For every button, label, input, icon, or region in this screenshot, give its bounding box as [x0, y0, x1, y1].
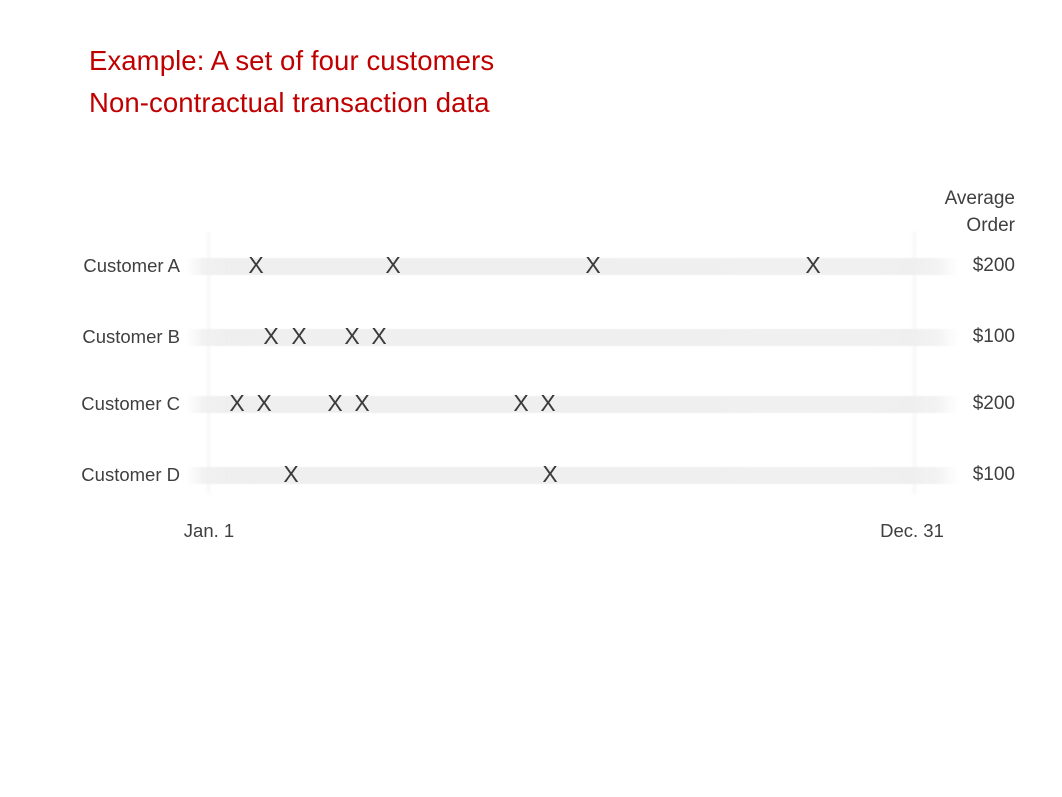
transaction-mark: X: [229, 390, 245, 416]
transaction-mark: X: [805, 252, 821, 278]
average-order-value: $100: [972, 464, 1015, 485]
customer-timeline-chart: Customer A XXXX $200 Customer B XXXX $10…: [0, 0, 1062, 560]
axis-label-start: Jan. 1: [183, 520, 235, 541]
slide-canvas: Example: A set of four customers Non-con…: [0, 0, 1062, 797]
transaction-mark: X: [542, 461, 558, 487]
transaction-mark: X: [344, 323, 360, 349]
transaction-mark: X: [263, 323, 279, 349]
transaction-mark: X: [385, 252, 401, 278]
table-row: Customer B XXXX $100: [0, 320, 1062, 354]
transaction-mark: X: [256, 390, 272, 416]
transaction-mark: X: [291, 323, 307, 349]
transaction-marks: XXXX: [0, 249, 1062, 283]
transaction-marks: XX: [0, 458, 1062, 492]
transaction-mark: X: [540, 390, 556, 416]
average-order-value: $200: [972, 255, 1015, 276]
axis-label-end: Dec. 31: [880, 520, 944, 541]
transaction-mark: X: [585, 252, 601, 278]
transaction-marks: XXXX: [0, 320, 1062, 354]
table-row: Customer A XXXX $200: [0, 249, 1062, 283]
transaction-mark: X: [354, 390, 370, 416]
transaction-mark: X: [371, 323, 387, 349]
average-order-value: $200: [972, 393, 1015, 414]
transaction-marks: XXXXXX: [0, 387, 1062, 421]
transaction-mark: X: [327, 390, 343, 416]
table-row: Customer D XX $100: [0, 458, 1062, 492]
table-row: Customer C XXXXXX $200: [0, 387, 1062, 421]
transaction-mark: X: [513, 390, 529, 416]
transaction-mark: X: [283, 461, 299, 487]
transaction-mark: X: [248, 252, 264, 278]
average-order-value: $100: [972, 326, 1015, 347]
